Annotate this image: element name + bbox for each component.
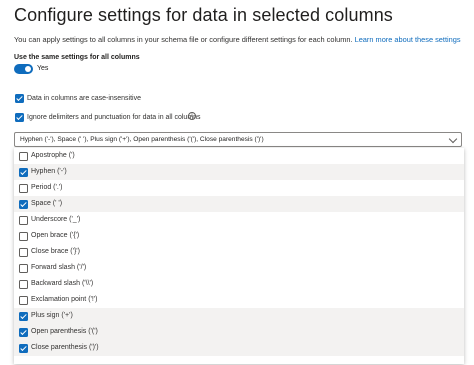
dropdown-item-hyphen[interactable]: Hyphen ('-') — [14, 164, 464, 180]
option-label: Backward slash ('\\') — [31, 280, 94, 287]
checkbox[interactable] — [19, 327, 28, 337]
checkbox[interactable] — [19, 279, 28, 289]
dropdown-item-close-brace[interactable]: Close brace ('}') — [14, 244, 464, 260]
option-label: Hyphen ('-') — [31, 168, 67, 175]
case-insensitive-checkbox[interactable] — [15, 94, 24, 103]
checkbox[interactable] — [19, 311, 28, 321]
option-label: Open parenthesis ('(') — [31, 328, 98, 335]
description-text: You can apply settings to all columns in… — [14, 35, 353, 44]
dropdown-item-close-parenthesis[interactable]: Close parenthesis (')') — [14, 340, 464, 356]
dropdown-item-open-parenthesis[interactable]: Open parenthesis ('(') — [14, 324, 464, 340]
dropdown-item-space[interactable]: Space (' ') — [14, 196, 464, 212]
toggle-knob — [25, 66, 31, 72]
delimiter-combobox-value: Hyphen ('-'), Space (' '), Plus sign ('+… — [20, 136, 264, 143]
checkbox[interactable] — [19, 167, 28, 177]
checkbox[interactable] — [19, 231, 28, 241]
checkbox[interactable] — [19, 183, 28, 193]
option-label: Close parenthesis (')') — [31, 344, 99, 351]
page-description: You can apply settings to all columns in… — [14, 35, 461, 44]
option-label: Exclamation point ('!') — [31, 296, 98, 303]
ignore-delimiters-checkbox[interactable] — [15, 113, 24, 122]
option-label: Apostrophe (') — [31, 152, 75, 159]
option-label: Close brace ('}') — [31, 248, 80, 255]
dropdown-item-backward-slash[interactable]: Backward slash ('\\') — [14, 276, 464, 292]
info-icon[interactable]: i — [188, 112, 196, 120]
page-title: Configure settings for data in selected … — [14, 5, 393, 25]
delimiter-combobox[interactable]: Hyphen ('-'), Space (' '), Plus sign ('+… — [14, 132, 462, 147]
dropdown-item-apostrophe[interactable]: Apostrophe (') — [14, 148, 464, 164]
checkbox[interactable] — [19, 215, 28, 225]
dropdown-item-period[interactable]: Period ('.') — [14, 180, 464, 196]
checkbox[interactable] — [19, 151, 28, 161]
dropdown-item-plus-sign[interactable]: Plus sign ('+') — [14, 308, 464, 324]
option-label: Forward slash ('/') — [31, 264, 87, 271]
ignore-delimiters-label: Ignore delimiters and punctuation for da… — [27, 114, 201, 121]
option-label: Open brace ('{') — [31, 232, 80, 239]
checkbox[interactable] — [19, 247, 28, 257]
learn-more-link[interactable]: Learn more about these settings — [355, 35, 461, 44]
checkbox[interactable] — [19, 343, 28, 353]
same-settings-toggle[interactable] — [14, 64, 33, 74]
delimiter-dropdown-list: Apostrophe (') Hyphen ('-') Period ('.')… — [14, 148, 464, 364]
option-label: Underscore ('_') — [31, 216, 81, 223]
dropdown-item-open-brace[interactable]: Open brace ('{') — [14, 228, 464, 244]
same-settings-state: Yes — [37, 65, 49, 72]
checkbox[interactable] — [19, 295, 28, 305]
dropdown-item-exclamation-point[interactable]: Exclamation point ('!') — [14, 292, 464, 308]
option-label: Space (' ') — [31, 200, 63, 207]
checkbox[interactable] — [19, 199, 28, 209]
checkbox[interactable] — [19, 263, 28, 273]
option-label: Plus sign ('+') — [31, 312, 73, 319]
dropdown-item-forward-slash[interactable]: Forward slash ('/') — [14, 260, 464, 276]
case-insensitive-label: Data in columns are case-insensitive — [27, 95, 141, 102]
dropdown-item-underscore[interactable]: Underscore ('_') — [14, 212, 464, 228]
same-settings-label: Use the same settings for all columns — [14, 54, 140, 61]
chevron-down-icon[interactable] — [448, 134, 458, 144]
option-label: Period ('.') — [31, 184, 63, 191]
